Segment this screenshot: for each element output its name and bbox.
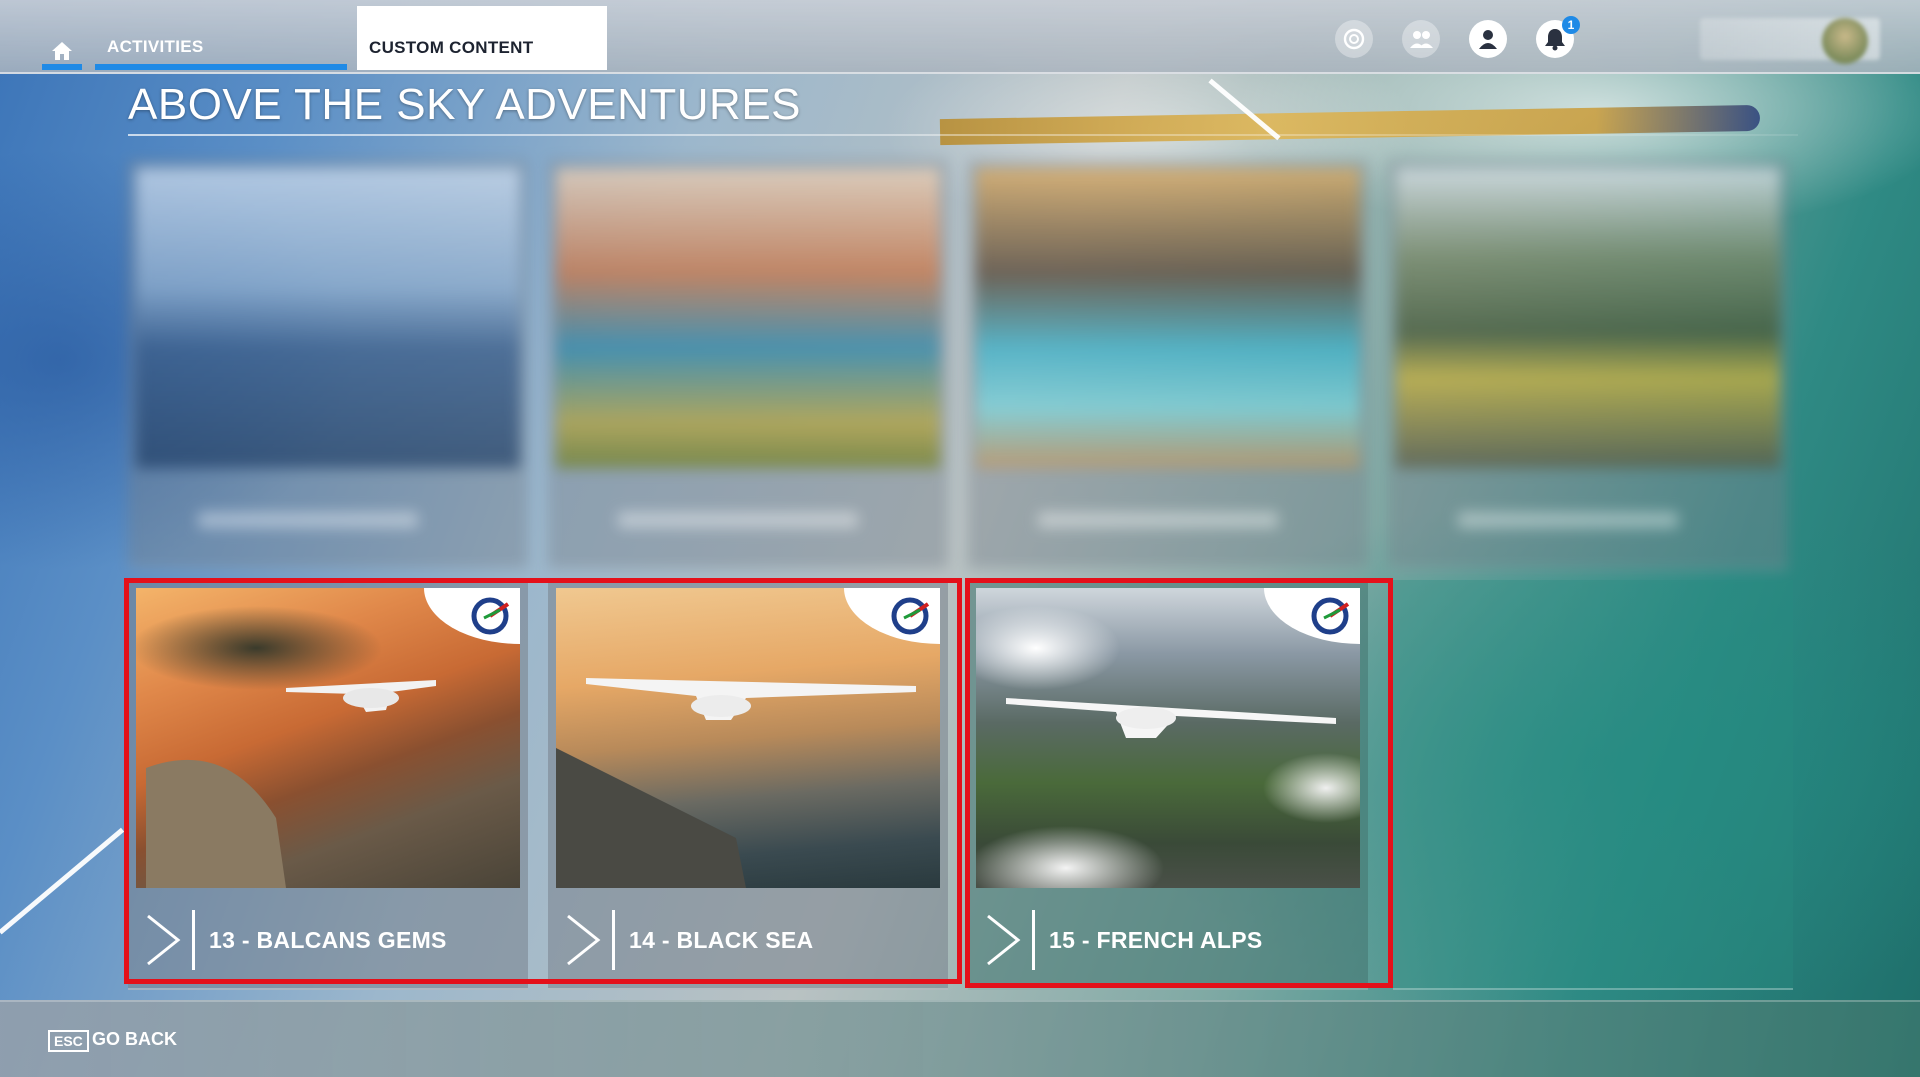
friends-button[interactable] [1402, 20, 1440, 58]
blurred-label [1038, 512, 1278, 528]
activity-card-blurred[interactable] [128, 160, 528, 570]
blurred-label [1458, 512, 1678, 528]
activity-card-blurred[interactable] [968, 160, 1368, 570]
page-title: ABOVE THE SKY ADVENTURES [128, 80, 802, 129]
home-button[interactable] [42, 32, 82, 70]
tab-activities[interactable]: ACTIVITIES [95, 30, 347, 70]
notifications-icon [1545, 29, 1565, 51]
card-thumbnail [556, 168, 940, 468]
notifications-button[interactable]: 1 [1536, 16, 1580, 58]
activity-card-blurred[interactable] [548, 160, 948, 570]
achievements-icon [1343, 28, 1365, 50]
activity-card-blurred[interactable] [1388, 160, 1788, 570]
go-back-button[interactable]: GO BACK [92, 1029, 177, 1050]
profile-icon [1479, 30, 1497, 49]
card-footer [968, 470, 1368, 570]
card-footer [128, 470, 528, 570]
card-footer [1388, 470, 1788, 570]
title-divider [128, 134, 1798, 136]
blurred-label [618, 512, 858, 528]
card-thumbnail [976, 168, 1360, 468]
notification-count-badge: 1 [1562, 16, 1580, 34]
empty-card-slot [1393, 580, 1793, 990]
profile-button[interactable] [1469, 20, 1507, 58]
achievements-button[interactable] [1335, 20, 1373, 58]
highlight-box [124, 578, 962, 984]
card-footer [548, 470, 948, 570]
blurred-label [198, 512, 418, 528]
top-navigation-bar: ACTIVITIES CUSTOM CONTENT 1 [0, 0, 1920, 74]
card-thumbnail [136, 168, 520, 468]
home-icon [52, 42, 72, 60]
esc-key-hint: ESC [48, 1030, 89, 1052]
friends-icon [1410, 31, 1433, 48]
bottom-action-bar: ESC GO BACK [0, 1000, 1920, 1077]
card-thumbnail [1396, 168, 1780, 468]
tab-custom-content[interactable]: CUSTOM CONTENT [357, 6, 607, 70]
avatar[interactable] [1822, 18, 1868, 64]
highlight-box [965, 578, 1393, 988]
